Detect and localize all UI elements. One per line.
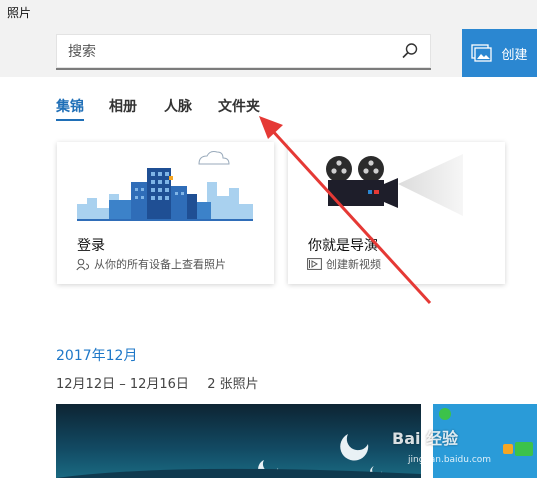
tab-albums[interactable]: 相册 <box>109 96 137 116</box>
watermark-logo: Bai 经验 <box>392 429 459 448</box>
date-range: 12月12日 – 12月16日 2 张照片 <box>56 373 259 392</box>
tab-people[interactable]: 人脉 <box>164 96 192 116</box>
watermark-url: jingyan.baidu.com <box>408 455 492 465</box>
search-input[interactable] <box>66 39 390 65</box>
date-range-text: 12月12日 – 12月16日 <box>56 377 189 392</box>
search-icon[interactable] <box>401 42 419 60</box>
person-sync-icon <box>76 258 90 270</box>
card-title: 登录 <box>77 238 105 254</box>
create-icon <box>471 44 493 62</box>
moons-image <box>56 434 421 478</box>
card-subtitle: 从你的所有设备上查看照片 <box>94 258 226 271</box>
photo-thumbnail[interactable] <box>56 404 421 478</box>
video-icon <box>307 258 322 270</box>
tab-folders[interactable]: 文件夹 <box>218 96 260 116</box>
card-subtitle: 创建新视频 <box>326 258 381 271</box>
projector-illustration <box>326 154 463 216</box>
create-button[interactable]: 创建 <box>462 29 537 77</box>
search-box[interactable] <box>56 34 431 70</box>
director-card[interactable]: 你就是导演 创建新视频 <box>288 142 505 284</box>
tab-highlights[interactable]: 集锦 <box>56 96 84 121</box>
photo-count: 2 张照片 <box>207 377 259 392</box>
sign-in-card[interactable]: 登录 从你的所有设备上查看照片 <box>57 142 274 284</box>
card-title: 你就是导演 <box>308 238 378 254</box>
app-title: 照片 <box>7 6 32 20</box>
city-illustration <box>77 151 253 221</box>
month-heading[interactable]: 2017年12月 <box>56 345 137 365</box>
create-label: 创建 <box>501 47 528 63</box>
